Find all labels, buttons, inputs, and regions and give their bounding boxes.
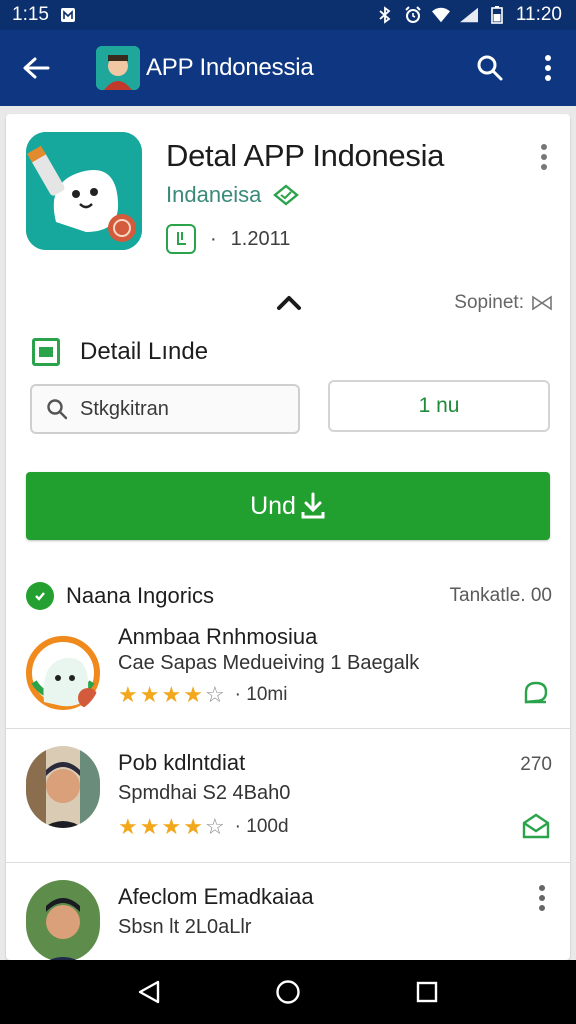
list-item-thumbnail: [26, 632, 100, 714]
share-control[interactable]: Sopinet:: [454, 292, 552, 314]
detail-search-box[interactable]: [30, 384, 300, 434]
search-icon: [47, 399, 68, 420]
list-item-count: · 10mi: [234, 684, 288, 705]
chevron-up-icon: [277, 296, 301, 310]
list-item-action-button[interactable]: [520, 810, 552, 842]
alarm-icon: [404, 6, 422, 24]
list-item[interactable]: Afeclom Emadkaiaa Sbsn lt 2L0aLlr: [6, 874, 570, 960]
star-empty-icon: ☆: [204, 814, 225, 839]
detail-section-title: Detail Lınde: [80, 338, 209, 365]
star-empty-icon: ☆: [204, 682, 225, 707]
toolbar-app-logo: [96, 46, 140, 90]
app-icon: [26, 132, 142, 250]
bluetooth-icon: [376, 6, 394, 24]
content-rating-icon: [166, 224, 196, 254]
bowtie-icon: [532, 295, 552, 311]
list-header: Naana Ingorics Tankatle. 00: [26, 580, 552, 612]
developer-name: Indaneisa: [166, 182, 262, 207]
back-button[interactable]: [0, 30, 72, 106]
collapse-label: Sopinet:: [454, 292, 524, 313]
install-button[interactable]: Und: [26, 472, 550, 540]
collapse-row: Sopinet:: [6, 286, 570, 322]
meta-dot: ·: [210, 227, 217, 250]
list-item-title: Afeclom Emadkaiaa: [118, 884, 314, 909]
list-divider: [6, 862, 570, 863]
list-item-more-button[interactable]: [534, 884, 550, 912]
list-item-count: · 100d: [234, 816, 289, 837]
list-item[interactable]: Anmbaa Rnhmosiua Cae Sapas Medueiving 1 …: [6, 614, 570, 744]
nav-recents-button[interactable]: [403, 968, 451, 1016]
detail-section-header: Detail Lınde: [32, 338, 208, 366]
more-vertical-icon: [545, 55, 551, 81]
list-item-subtitle: Sbsn lt 2L0aLlr: [118, 916, 252, 938]
star-filled-icon: ★: [183, 682, 203, 707]
list-item-title: Pob kdlntdiat: [118, 750, 246, 775]
chat-bubble-icon: [524, 681, 548, 704]
star-filled-icon: ★: [161, 682, 182, 707]
list-item-avatar: [26, 746, 100, 828]
play-check-icon: [26, 582, 54, 610]
mail-open-icon: [522, 813, 550, 839]
app-developer[interactable]: Indaneisa: [166, 182, 300, 208]
arrow-back-icon: [23, 57, 50, 79]
system-navigation-bar: [0, 960, 576, 1024]
search-button[interactable]: [460, 30, 520, 106]
star-filled-icon: ★: [139, 682, 160, 707]
list-item-subtitle: Cae Sapas Medueiving 1 Baegalk: [118, 652, 420, 674]
app-name: Detal APP Indonesia: [166, 138, 445, 173]
list-divider: [6, 728, 570, 729]
overflow-menu-button[interactable]: [520, 30, 576, 106]
list-item-subtitle: Spmdhai S2 4Bah0: [118, 782, 291, 804]
star-filled-icon: ★: [139, 814, 160, 839]
toolbar-title: APP Indonessia: [146, 54, 314, 81]
app-meta: · 1.2011: [166, 224, 290, 254]
notification-icon: [59, 6, 77, 24]
install-button-label: Und: [250, 491, 296, 520]
collapse-button[interactable]: [274, 290, 304, 316]
app-toolbar: APP Indonessia: [0, 30, 576, 106]
more-vertical-icon: [539, 885, 545, 911]
square-recents-icon: [416, 981, 437, 1003]
list-item-title: Anmbaa Rnhmosiua: [118, 624, 318, 649]
battery-icon: [488, 6, 506, 24]
star-filled-icon: ★: [161, 814, 182, 839]
circle-home-icon: [276, 980, 300, 1004]
status-time-left: 1:15: [12, 4, 49, 25]
list-header-title: Naana Ingorics: [66, 583, 214, 608]
triangle-back-icon: [139, 980, 160, 1004]
signal-icon: [459, 6, 478, 24]
list-item-rating: ★ ★ ★ ★ ☆ · 100d: [118, 816, 289, 838]
star-filled-icon: ★: [183, 814, 203, 839]
list-item-avatar: [26, 880, 100, 960]
download-icon: [301, 492, 325, 519]
star-filled-icon: ★: [118, 682, 138, 707]
list-item-action-button[interactable]: [520, 678, 552, 710]
more-vertical-icon: [541, 144, 547, 170]
nav-home-button[interactable]: [264, 968, 312, 1016]
app-version: 1.2011: [230, 227, 291, 250]
status-bar: 1:15 11:20: [0, 0, 576, 30]
list-item-right-value: 270: [520, 754, 552, 775]
status-time-right: 11:20: [515, 4, 562, 25]
app-more-button[interactable]: [534, 142, 554, 172]
verified-badge-icon: [273, 184, 300, 206]
detail-search-input[interactable]: [80, 397, 280, 421]
search-icon: [477, 55, 503, 81]
list-item-rating: ★ ★ ★ ★ ☆ · 10mi: [118, 684, 287, 706]
star-filled-icon: ★: [118, 814, 138, 839]
detail-square-icon: [32, 338, 60, 366]
list-item[interactable]: Pob kdlntdiat Spmdhai S2 4Bah0 ★ ★ ★ ★ ☆…: [6, 742, 570, 872]
secondary-button[interactable]: 1 nu: [328, 380, 550, 432]
detail-card: Detal APP Indonesia Indaneisa · 1.2011 S…: [6, 114, 570, 960]
nav-back-button[interactable]: [125, 968, 173, 1016]
wifi-icon: [431, 6, 450, 24]
list-header-right[interactable]: Tankatle. 00: [450, 585, 552, 607]
app-header: Detal APP Indonesia Indaneisa · 1.2011: [6, 114, 570, 274]
